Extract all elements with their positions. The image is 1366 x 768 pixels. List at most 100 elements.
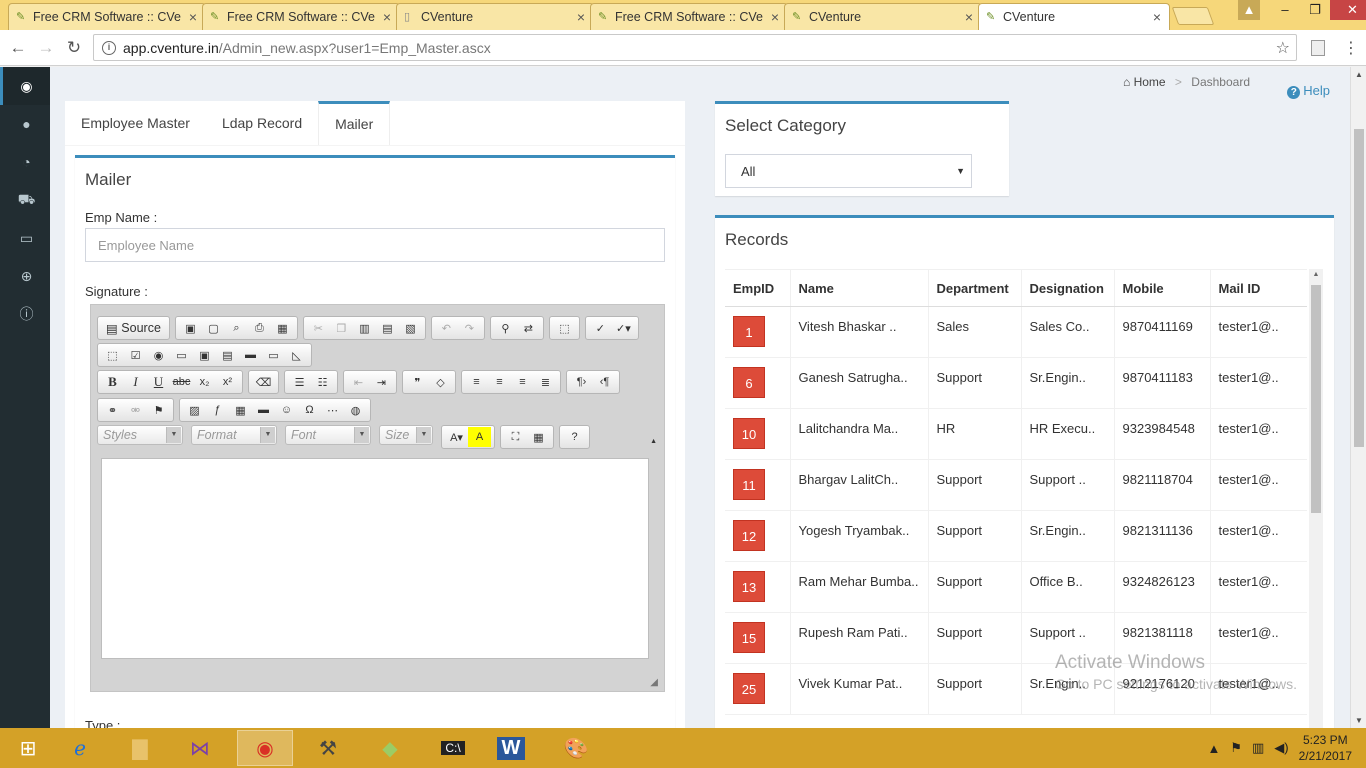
close-icon[interactable]: × xyxy=(965,9,973,25)
remove-format-icon[interactable]: ⌫ xyxy=(252,372,275,392)
bold-icon[interactable]: B xyxy=(101,372,124,392)
clock[interactable]: 5:23 PM 2/21/2017 xyxy=(1299,732,1352,764)
window-close-icon[interactable]: ✕ xyxy=(1330,0,1366,20)
blockquote-icon[interactable]: ❞ xyxy=(406,372,429,392)
taskbar-explorer[interactable]: ▇ xyxy=(112,730,168,766)
taskbar-cmd[interactable]: C:\ xyxy=(425,730,481,766)
align-right-icon[interactable]: ≡ xyxy=(511,372,534,392)
scroll-thumb[interactable] xyxy=(1311,285,1321,513)
styles-select[interactable]: Styles ▼ xyxy=(97,425,183,445)
image-icon[interactable]: ▨ xyxy=(183,400,206,420)
select-field-icon[interactable]: ▤ xyxy=(216,345,239,365)
browser-menu-icon[interactable]: ⋮ xyxy=(1343,38,1359,58)
browser-tab[interactable]: ▯ CVenture × xyxy=(396,3,594,30)
empid-badge[interactable]: 13 xyxy=(733,571,765,602)
copy-icon[interactable]: ❐ xyxy=(330,318,353,338)
help-link[interactable]: ? Help xyxy=(1287,83,1330,99)
close-icon[interactable]: × xyxy=(1153,9,1161,25)
column-header-designation[interactable]: Designation xyxy=(1021,269,1115,307)
table-row[interactable]: 1 Vitesh Bhaskar .. Sales Sales Co.. 987… xyxy=(725,306,1307,358)
superscript-icon[interactable]: x² xyxy=(216,372,239,392)
show-blocks-icon[interactable]: ▦ xyxy=(527,427,550,447)
strike-icon[interactable]: abc xyxy=(170,372,193,392)
indent-icon[interactable]: ⇥ xyxy=(370,372,393,392)
empid-badge[interactable]: 25 xyxy=(733,673,765,704)
align-left-icon[interactable]: ≡ xyxy=(465,372,488,392)
taskbar-ie[interactable]: ℯ xyxy=(52,730,108,766)
network-icon[interactable]: ▥ xyxy=(1252,740,1264,756)
font-select[interactable]: Font ▼ xyxy=(285,425,371,445)
table-row[interactable]: 12 Yogesh Tryambak.. Support Sr.Engin.. … xyxy=(725,510,1307,562)
align-center-icon[interactable]: ≡ xyxy=(488,372,511,392)
outdent-icon[interactable]: ⇤ xyxy=(347,372,370,392)
taskbar-files[interactable]: ◆ xyxy=(362,730,418,766)
button-field-icon[interactable]: ▬ xyxy=(239,345,262,365)
cut-icon[interactable]: ✂ xyxy=(307,318,330,338)
empid-badge[interactable]: 15 xyxy=(733,622,765,653)
table-row[interactable]: 10 Lalitchandra Ma.. HR HR Execu.. 93239… xyxy=(725,408,1307,460)
taskbar-chrome[interactable]: ◉ xyxy=(237,730,293,766)
anchor-icon[interactable]: ⚑ xyxy=(147,400,170,420)
page-break-icon[interactable]: ⋯ xyxy=(321,400,344,420)
column-header-empid[interactable]: EmpID xyxy=(725,269,791,307)
checkbox-icon[interactable]: ☑ xyxy=(124,345,147,365)
save-icon[interactable]: ▣ xyxy=(179,318,202,338)
extension-icon[interactable] xyxy=(1311,40,1325,56)
breadcrumb-home[interactable]: Home xyxy=(1134,75,1166,89)
bg-color-icon[interactable]: A xyxy=(468,427,491,447)
url-input[interactable]: i app.cventure.in/Admin_new.aspx?user1=E… xyxy=(93,34,1297,61)
sidebar-item-dashboard[interactable]: ◉ xyxy=(0,67,50,105)
browser-tab[interactable]: ✎ Free CRM Software :: CVe × xyxy=(8,3,206,30)
paste-text-icon[interactable]: ▤ xyxy=(376,318,399,338)
table-row[interactable]: 11 Bhargav LalitCh.. Support Support .. … xyxy=(725,459,1307,511)
replace-icon[interactable]: ⇄ xyxy=(517,318,540,338)
taskbar-visual-studio[interactable]: ⋈ xyxy=(172,730,228,766)
justify-icon[interactable]: ≣ xyxy=(534,372,557,392)
rtl-icon[interactable]: ‹¶ xyxy=(593,372,616,392)
italic-icon[interactable]: I xyxy=(124,372,147,392)
paste-word-icon[interactable]: ▧ xyxy=(399,318,422,338)
scroll-down-icon[interactable]: ▼ xyxy=(1351,716,1366,725)
sidebar-item-reports[interactable]: ◔ xyxy=(0,143,50,181)
numbered-list-icon[interactable]: ☰ xyxy=(288,372,311,392)
size-select[interactable]: Size ▼ xyxy=(379,425,433,445)
start-button[interactable]: ⊞ xyxy=(0,730,56,766)
templates-icon[interactable]: ▦ xyxy=(271,318,294,338)
column-header-name[interactable]: Name xyxy=(790,269,929,307)
table-row[interactable]: 6 Ganesh Satrugha.. Support Sr.Engin.. 9… xyxy=(725,357,1307,409)
close-icon[interactable]: × xyxy=(771,9,779,25)
empid-badge[interactable]: 10 xyxy=(733,418,765,449)
form-icon[interactable]: ⬚ xyxy=(101,345,124,365)
bulleted-list-icon[interactable]: ☷ xyxy=(311,372,334,392)
unlink-icon[interactable]: ⚮ xyxy=(124,400,147,420)
column-header-mobile[interactable]: Mobile xyxy=(1114,269,1211,307)
source-button[interactable]: ▤ Source xyxy=(101,318,166,338)
textarea-icon[interactable]: ▣ xyxy=(193,345,216,365)
category-select[interactable]: All ▼ xyxy=(725,154,972,188)
sidebar-item-support[interactable]: ⊕ xyxy=(0,257,50,295)
about-icon[interactable]: ? xyxy=(563,427,586,447)
resize-grip-icon[interactable]: ◢ xyxy=(650,677,658,688)
ltr-icon[interactable]: ¶› xyxy=(570,372,593,392)
redo-icon[interactable]: ↷ xyxy=(458,318,481,338)
undo-icon[interactable]: ↶ xyxy=(435,318,458,338)
scroll-thumb[interactable] xyxy=(1354,129,1364,447)
minimize-icon[interactable]: – xyxy=(1270,0,1300,20)
tab-mailer[interactable]: Mailer xyxy=(318,101,391,145)
volume-icon[interactable]: ◀) xyxy=(1274,740,1288,756)
special-char-icon[interactable]: Ω xyxy=(298,400,321,420)
table-icon[interactable]: ▦ xyxy=(229,400,252,420)
browser-tab[interactable]: ✎ Free CRM Software :: CVe × xyxy=(590,3,788,30)
browser-tab[interactable]: ✎ CVenture × xyxy=(784,3,982,30)
page-scrollbar[interactable]: ▲ ▼ xyxy=(1350,67,1366,728)
new-page-icon[interactable]: ▢ xyxy=(202,318,225,338)
close-icon[interactable]: × xyxy=(383,9,391,25)
close-icon[interactable]: × xyxy=(577,9,585,25)
column-header-department[interactable]: Department xyxy=(928,269,1022,307)
scroll-up-icon[interactable]: ▲ xyxy=(1309,271,1323,278)
textfield-icon[interactable]: ▭ xyxy=(170,345,193,365)
close-icon[interactable]: × xyxy=(189,9,197,25)
sidebar-item-users[interactable]: ● xyxy=(0,105,50,143)
spellcheck-icon[interactable]: ✓ xyxy=(589,318,612,338)
print-icon[interactable]: ⎙ xyxy=(248,318,271,338)
